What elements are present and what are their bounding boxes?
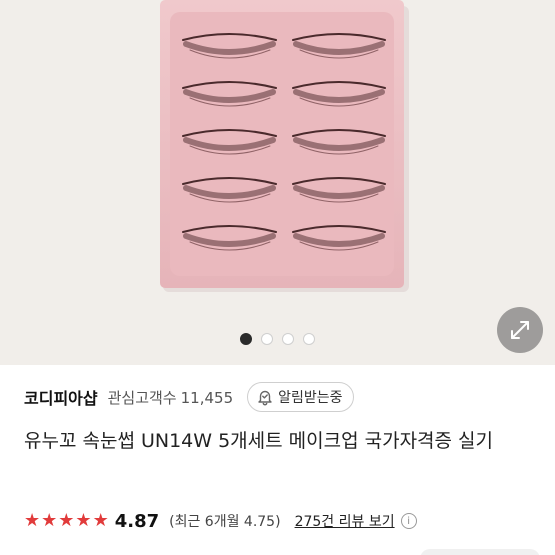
carousel-dot[interactable] <box>303 333 315 345</box>
price-badge <box>420 549 540 555</box>
star-icon: ★ <box>75 510 92 531</box>
follower-count: 관심고객수 11,455 <box>108 387 234 408</box>
seller-name[interactable]: 코디피아샵 <box>24 385 98 409</box>
product-photo <box>0 0 555 365</box>
expand-arrows-icon <box>511 321 529 339</box>
rating-score: 4.87 <box>114 510 160 532</box>
product-title: 유누꼬 속눈썹 UN14W 5개세트 메이크업 국가자격증 실기 <box>24 430 494 452</box>
zoom-button[interactable] <box>497 307 543 353</box>
star-icon: ★ <box>41 510 58 531</box>
seller-info: 코디피아샵 관심고객수 11,455 알림받는중 <box>0 368 555 426</box>
carousel-dot[interactable] <box>261 333 273 345</box>
star-icon: ★ <box>58 510 75 531</box>
carousel-dot[interactable] <box>282 333 294 345</box>
carousel-indicator <box>0 333 555 347</box>
follower-label: 관심고객수 <box>107 388 177 407</box>
rating-summary: ★ ★ ★ ★ ★ 4.87 (최근 6개월 4.75) 275건 리뷰 보기 … <box>24 508 417 534</box>
product-image-carousel[interactable] <box>0 0 555 365</box>
follower-number: 11,455 <box>180 388 234 407</box>
star-icon: ★ <box>24 510 41 531</box>
bell-check-icon <box>258 390 272 406</box>
review-link[interactable]: 275건 리뷰 보기 <box>295 511 395 531</box>
info-icon[interactable]: i <box>400 513 417 529</box>
carousel-dot[interactable] <box>240 333 252 345</box>
notification-toggle-label: 알림받는중 <box>278 390 343 406</box>
star-rating: ★ ★ ★ ★ ★ <box>24 512 109 530</box>
notification-toggle-button[interactable]: 알림받는중 <box>247 382 354 412</box>
recent-rating: (최근 6개월 4.75) <box>169 514 281 530</box>
star-icon: ★ <box>92 510 109 531</box>
